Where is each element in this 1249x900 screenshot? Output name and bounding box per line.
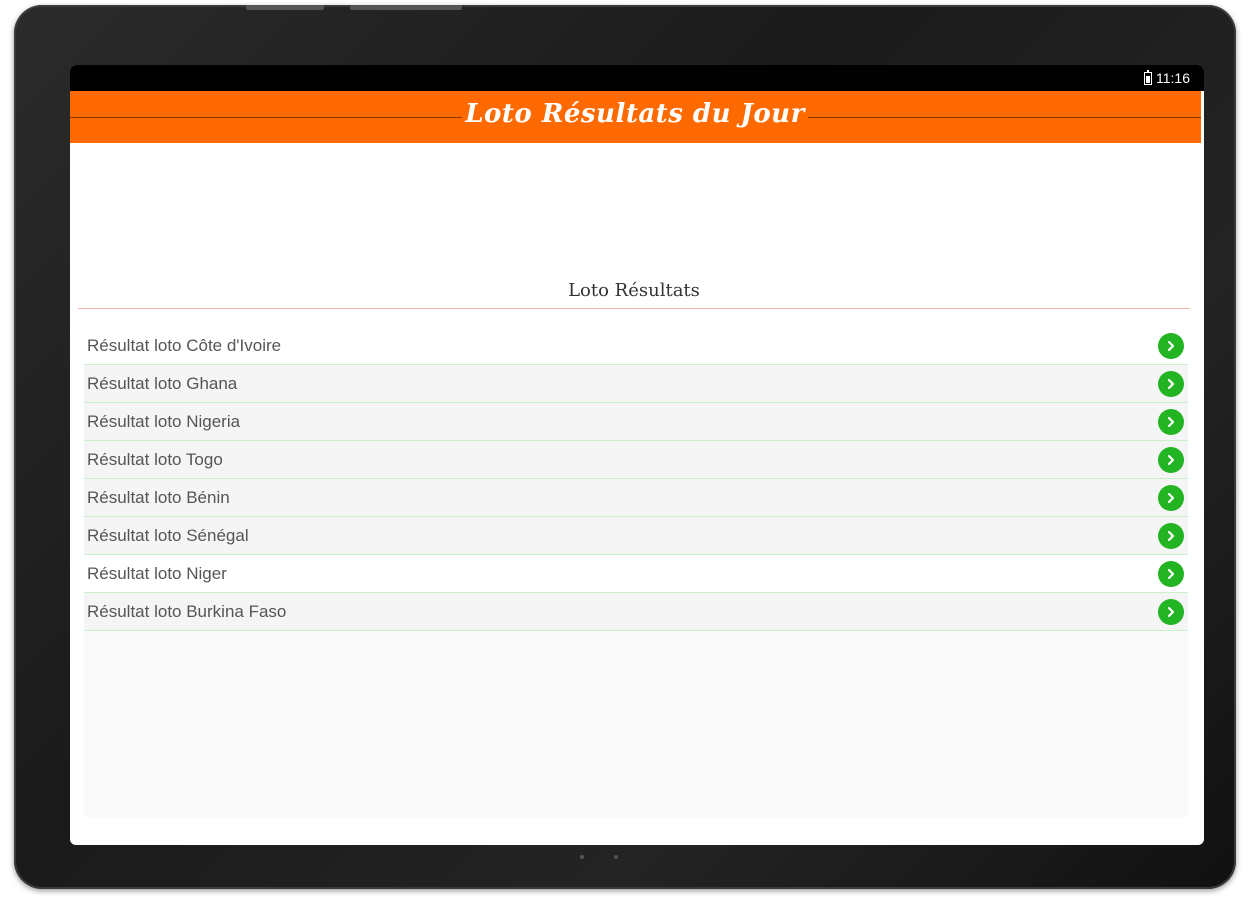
chevron-right-icon[interactable]: [1158, 446, 1184, 473]
list-item-burkina-faso[interactable]: Résultat loto Burkina Faso: [84, 593, 1188, 631]
list-item-senegal[interactable]: Résultat loto Sénégal: [84, 517, 1188, 555]
tablet-frame: 11:16 Loto Résultats du Jour Loto Résult…: [14, 5, 1236, 889]
chevron-right-icon[interactable]: [1158, 484, 1184, 511]
results-list: Résultat loto Côte d'Ivoire Résultat lot…: [84, 327, 1188, 817]
nav-dot: [580, 855, 584, 859]
status-bar: 11:16: [70, 65, 1204, 91]
nav-dot: [614, 855, 618, 859]
list-item-label: Résultat loto Niger: [87, 563, 227, 583]
section-title: Loto Résultats: [568, 280, 700, 301]
volume-button: [246, 5, 324, 10]
list-item-benin[interactable]: Résultat loto Bénin: [84, 479, 1188, 517]
section-divider: [78, 308, 1190, 309]
list-item-togo[interactable]: Résultat loto Togo: [84, 441, 1188, 479]
list-item-label: Résultat loto Ghana: [87, 373, 238, 393]
list-item-label: Résultat loto Bénin: [87, 487, 230, 507]
status-right: 11:16: [1144, 69, 1190, 86]
chevron-right-icon[interactable]: [1158, 332, 1184, 359]
chevron-right-icon[interactable]: [1158, 370, 1184, 397]
list-item-niger[interactable]: Résultat loto Niger: [84, 555, 1188, 593]
app-bar-divider-right: [808, 117, 1201, 118]
battery-icon: [1144, 69, 1152, 85]
app-title: Loto Résultats du Jour: [465, 99, 805, 129]
chevron-right-icon[interactable]: [1158, 560, 1184, 587]
list-item-label: Résultat loto Côte d'Ivoire: [87, 335, 282, 355]
list-item-label: Résultat loto Sénégal: [87, 525, 249, 545]
tablet-nav-indicators: [580, 855, 618, 859]
status-time: 11:16: [1156, 70, 1190, 86]
chevron-right-icon[interactable]: [1158, 522, 1184, 549]
list-item-nigeria[interactable]: Résultat loto Nigeria: [84, 403, 1188, 441]
power-button: [350, 5, 462, 10]
list-item-cote-divoire[interactable]: Résultat loto Côte d'Ivoire: [84, 327, 1188, 365]
list-item-label: Résultat loto Burkina Faso: [87, 601, 287, 621]
list-item-ghana[interactable]: Résultat loto Ghana: [84, 365, 1188, 403]
list-item-label: Résultat loto Togo: [87, 449, 223, 469]
app-bar-divider-left: [70, 117, 462, 118]
chevron-right-icon[interactable]: [1158, 408, 1184, 435]
list-item-label: Résultat loto Nigeria: [87, 411, 241, 431]
app-bar: Loto Résultats du Jour: [70, 91, 1201, 143]
chevron-right-icon[interactable]: [1158, 598, 1184, 625]
screen: 11:16 Loto Résultats du Jour Loto Résult…: [70, 65, 1204, 845]
